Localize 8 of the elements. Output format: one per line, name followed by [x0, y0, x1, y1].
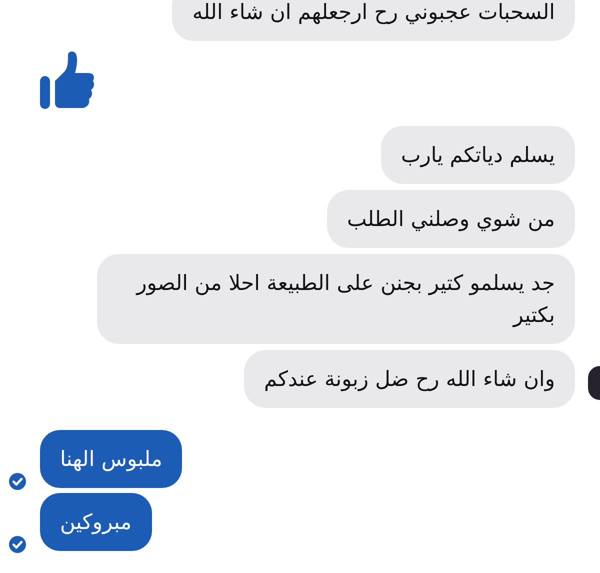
message-bubble: السحبات عجبوني رح ارجعلهم ان شاء الله: [172, 0, 575, 41]
message-bubble: ملبوس الهنا: [40, 430, 182, 488]
thumbs-up-icon: [38, 51, 95, 109]
message-bubble: وان شاء الله رح ضل زبونة عندكم: [244, 350, 575, 408]
message-bubble: جد يسلمو كتير بجنن على الطبيعة احلا من الصور بكتير: [97, 254, 575, 344]
message-bubble: مبروكين: [40, 493, 152, 551]
message-bubble: يسلم دياتكم يارب: [380, 126, 575, 184]
message-bubble: من شوي وصلني الطلب: [327, 190, 575, 248]
